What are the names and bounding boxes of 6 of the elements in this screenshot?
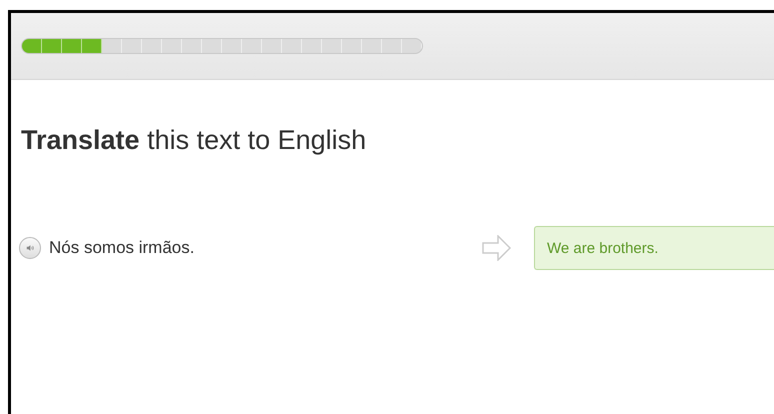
arrow-icon [482,235,512,261]
speaker-icon [26,243,34,253]
speaker-button[interactable] [19,237,41,259]
instruction-heading: Translate this text to English [21,125,368,156]
answer-field[interactable]: We are brothers. [534,226,774,270]
source-sentence: Nós somos irmãos. [49,238,194,258]
